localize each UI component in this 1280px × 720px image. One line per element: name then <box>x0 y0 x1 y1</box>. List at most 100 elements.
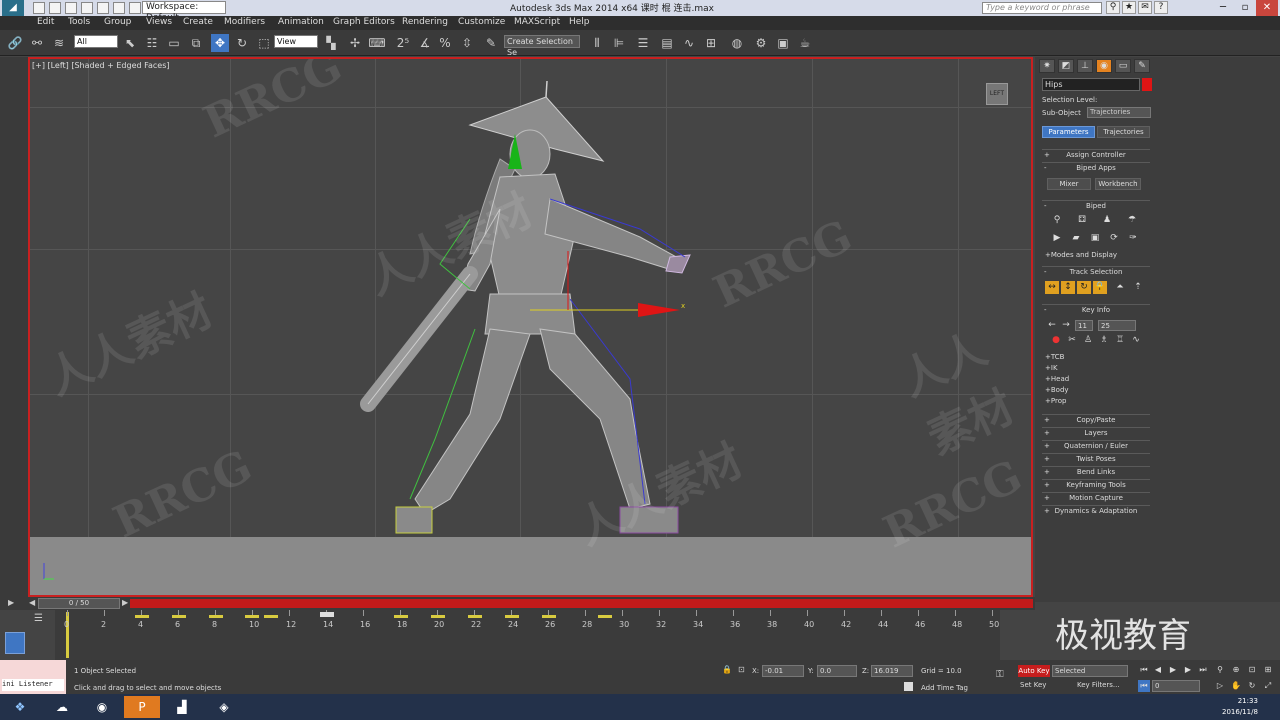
save-file-icon[interactable] <box>65 2 77 14</box>
workbench-button[interactable]: Workbench <box>1095 178 1141 190</box>
modes-display-label[interactable]: +Modes and Display <box>1045 251 1117 259</box>
parameters-button[interactable]: Parameters <box>1042 126 1095 138</box>
edit-named-selection-icon[interactable]: ✎ <box>482 34 500 52</box>
search-icon[interactable]: ⚲ <box>1106 1 1120 14</box>
add-time-tag-label[interactable]: Add Time Tag <box>921 684 968 692</box>
rollout-biped-apps[interactable]: - Biped Apps <box>1042 162 1150 173</box>
office-taskbar-icon[interactable]: P <box>124 696 160 718</box>
figure-mode-icon[interactable]: ⚲ <box>1050 214 1064 227</box>
keyframe-marker[interactable] <box>505 615 519 618</box>
object-color-swatch[interactable] <box>1142 78 1152 91</box>
layer-manager-icon[interactable]: ☰ <box>634 34 652 52</box>
footstep-mode-icon[interactable]: ⚃ <box>1075 214 1089 227</box>
menu-edit[interactable]: Edit <box>37 17 54 27</box>
next-frame-icon[interactable]: ▶ <box>1182 664 1194 676</box>
body-horizontal-icon[interactable]: ↔ <box>1045 281 1059 294</box>
symmetrical-icon[interactable]: ⏶ <box>1113 281 1127 294</box>
reference-coordinate-dropdown[interactable]: View <box>274 35 318 48</box>
z-coordinate-field[interactable]: 16.019 <box>871 665 913 677</box>
next-key-icon[interactable]: → <box>1059 319 1073 332</box>
maximize-button[interactable]: ▫ <box>1234 0 1256 16</box>
pivot-center-icon[interactable]: ▚ <box>322 34 340 52</box>
timeline-track[interactable]: 0 2 4 6 8 10 12 14 16 18 20 22 24 26 28 30 32 34 36 38 40 42 4… <box>55 610 1000 660</box>
communication-icon[interactable]: ✉ <box>1138 1 1152 14</box>
convert-icon[interactable]: ⟳ <box>1107 232 1121 245</box>
expand-track-icon[interactable]: ▶ <box>8 598 20 609</box>
keyboard-shortcut-icon[interactable]: ⌨ <box>368 34 386 52</box>
help-icon[interactable]: ? <box>1154 1 1168 14</box>
time-slider[interactable]: 0 / 50 <box>38 598 120 609</box>
key-section-ik[interactable]: +IK <box>1045 364 1058 372</box>
fetch-icon[interactable] <box>129 2 141 14</box>
start-button-icon[interactable]: ❖ <box>2 696 38 718</box>
named-selection-dropdown[interactable]: Create Selection Se <box>504 35 580 57</box>
undo-icon[interactable] <box>81 2 93 14</box>
zoom-extents-all-icon[interactable]: ⊞ <box>1262 664 1274 676</box>
menu-group[interactable]: Group <box>104 17 131 27</box>
key-section-tcb[interactable]: +TCB <box>1045 353 1064 361</box>
menu-customize[interactable]: Customize <box>458 17 505 27</box>
rollout-biped[interactable]: - Biped <box>1042 200 1150 211</box>
key-section-prop[interactable]: +Prop <box>1045 397 1066 405</box>
rollout-bend-links[interactable]: + Bend Links <box>1042 466 1150 477</box>
field-of-view-icon[interactable]: ▷ <box>1214 680 1226 692</box>
move-all-mode-icon[interactable]: ✑ <box>1126 232 1140 245</box>
select-object-icon[interactable]: ⬉ <box>121 34 139 52</box>
menu-graph-editors[interactable]: Graph Editors <box>333 17 395 27</box>
menu-tools[interactable]: Tools <box>68 17 90 27</box>
keyframe-marker[interactable] <box>209 615 223 618</box>
rollout-copy-paste[interactable]: + Copy/Paste <box>1042 414 1150 425</box>
menu-create[interactable]: Create <box>183 17 213 27</box>
keyframe-marker[interactable] <box>431 615 445 618</box>
rollout-keyframing-tools[interactable]: + Keyframing Tools <box>1042 479 1150 490</box>
menu-views[interactable]: Views <box>146 17 172 27</box>
select-and-move-icon[interactable]: ✥ <box>211 34 229 52</box>
mini-curve-icon[interactable] <box>5 632 25 654</box>
selection-filter-dropdown[interactable]: All <box>74 35 118 48</box>
mirror-icon[interactable]: ⫴ <box>588 34 606 52</box>
curve-editor-icon[interactable]: ∿ <box>680 34 698 52</box>
workspace-dropdown[interactable]: Workspace: Default <box>142 1 226 23</box>
rendered-frame-icon[interactable]: ▣ <box>774 34 792 52</box>
menu-animation[interactable]: Animation <box>278 17 324 27</box>
key-section-head[interactable]: +Head <box>1045 375 1069 383</box>
app-menu-icon[interactable]: ◢ <box>2 0 24 16</box>
create-tab-icon[interactable]: ✷ <box>1039 59 1055 73</box>
set-free-key-icon[interactable]: ♖ <box>1113 334 1127 347</box>
body-vertical-icon[interactable]: ↕ <box>1061 281 1075 294</box>
object-name-field[interactable]: Hips <box>1042 78 1140 91</box>
key-time-field[interactable]: 25 <box>1098 320 1136 331</box>
motion-tab-icon[interactable]: ◉ <box>1096 59 1112 73</box>
viewport-left[interactable]: [+] [Left] [Shaded + Edged Faces] LEFT x… <box>28 57 1033 597</box>
set-key-icon[interactable]: ● <box>1049 334 1063 347</box>
rollout-assign-controller[interactable]: + Assign Controller <box>1042 149 1150 160</box>
redo-icon[interactable] <box>97 2 109 14</box>
menu-rendering[interactable]: Rendering <box>402 17 448 27</box>
keyframe-marker[interactable] <box>245 615 259 618</box>
delete-key-icon[interactable]: ✂ <box>1065 334 1079 347</box>
save-file-biped-icon[interactable]: ▣ <box>1088 232 1102 245</box>
material-editor-icon[interactable]: ◍ <box>728 34 746 52</box>
align-icon[interactable]: ⊫ <box>610 34 628 52</box>
body-rotation-icon[interactable]: ↻ <box>1077 281 1091 294</box>
angle-snap-icon[interactable]: ∡ <box>416 34 434 52</box>
zoom-all-icon[interactable]: ⊕ <box>1230 664 1242 676</box>
select-and-scale-icon[interactable]: ⬚ <box>255 34 273 52</box>
zoom-icon[interactable]: ⚲ <box>1214 664 1226 676</box>
y-coordinate-field[interactable]: 0.0 <box>817 665 857 677</box>
menu-help[interactable]: Help <box>569 17 590 27</box>
select-and-manipulate-icon[interactable]: ✢ <box>346 34 364 52</box>
pan-view-icon[interactable]: ✋ <box>1230 680 1242 692</box>
system-clock[interactable]: 21:33 2016/11/8 <box>1222 696 1258 718</box>
spinner-snap-icon[interactable]: ⇳ <box>458 34 476 52</box>
rect-selection-icon[interactable]: ▭ <box>165 34 183 52</box>
rollout-track-selection[interactable]: - Track Selection <box>1042 266 1150 277</box>
prev-frame-arrow-icon[interactable]: ◀ <box>29 598 35 607</box>
open-file-icon[interactable] <box>49 2 61 14</box>
opposite-icon[interactable]: ⇡ <box>1131 281 1145 294</box>
3dsmax-taskbar-icon[interactable]: ▟ <box>164 696 200 718</box>
menu-maxscript[interactable]: MAXScript <box>514 17 560 27</box>
keyframe-marker[interactable] <box>598 615 612 618</box>
mixer-mode-icon[interactable]: ☂ <box>1125 214 1139 227</box>
modify-tab-icon[interactable]: ◩ <box>1058 59 1074 73</box>
